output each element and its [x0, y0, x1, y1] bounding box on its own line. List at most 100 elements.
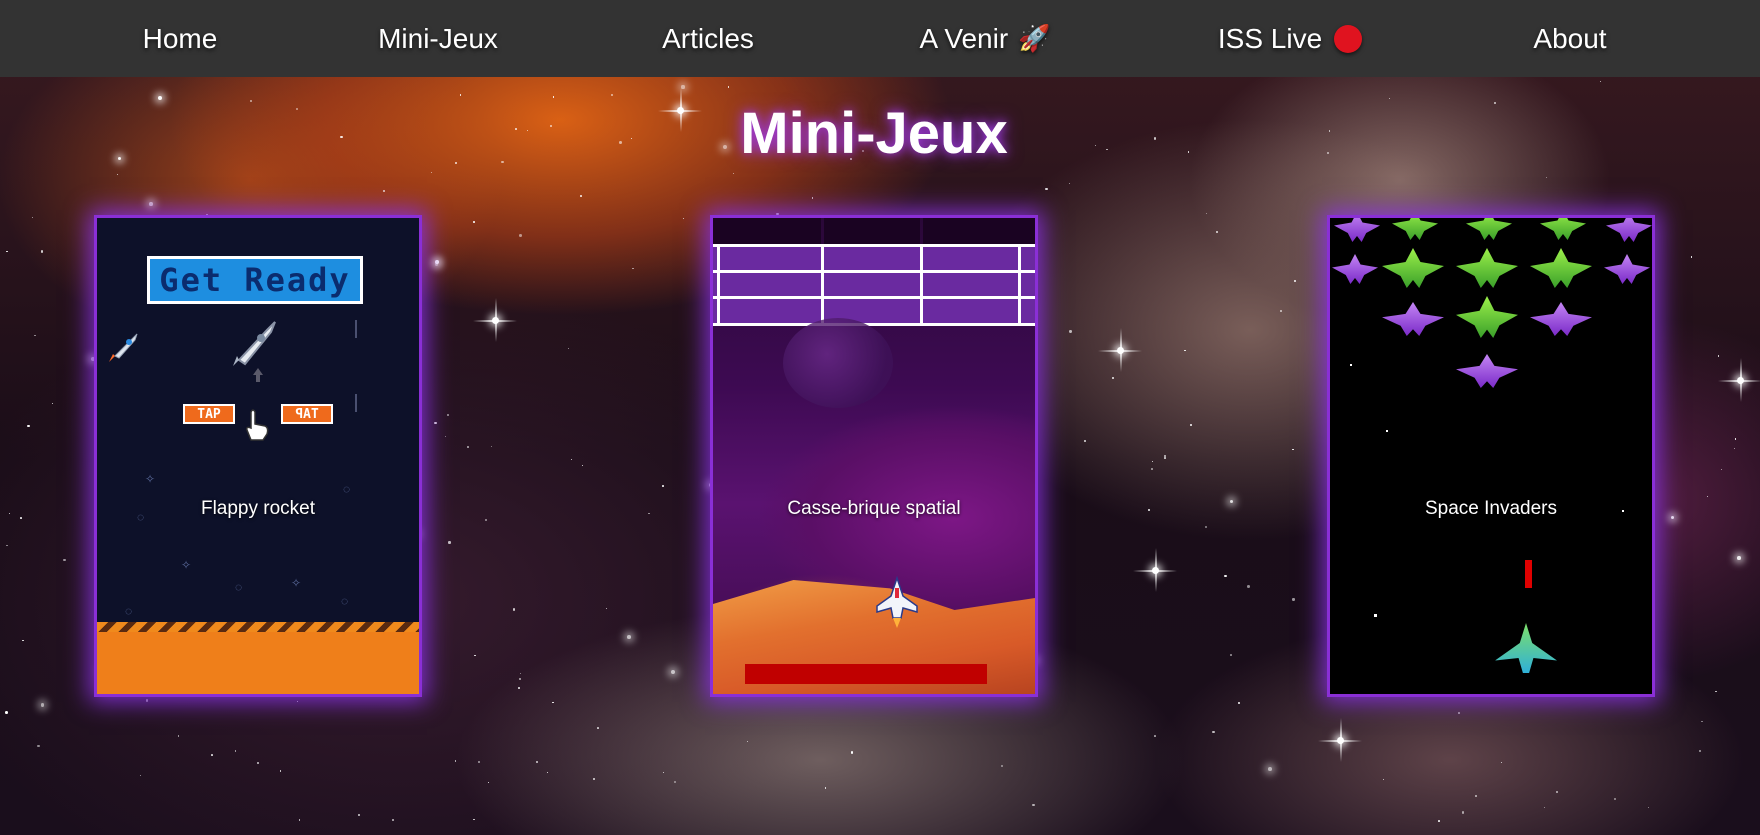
star	[1437, 820, 1440, 822]
rocket-icon: 🚀	[1018, 23, 1051, 53]
star	[627, 634, 631, 639]
pipe-marker	[355, 394, 357, 412]
small-rocket-icon	[109, 333, 138, 362]
star	[1350, 364, 1352, 366]
nav-about-label: About	[1533, 22, 1607, 54]
sparkle-icon: ✧	[291, 576, 302, 590]
nav-mini-jeux[interactable]: Mini-Jeux	[358, 0, 518, 77]
alien-icon	[1604, 254, 1650, 284]
star	[1153, 735, 1156, 738]
star	[1163, 457, 1166, 460]
star	[145, 699, 149, 702]
live-indicator-icon	[1334, 24, 1363, 53]
alien-icon	[1456, 354, 1518, 388]
star	[632, 267, 634, 270]
tap-left-label: TAP	[183, 404, 235, 424]
brick-column-line	[717, 244, 720, 326]
star	[1337, 737, 1344, 744]
star	[1212, 730, 1215, 733]
brick-gap	[923, 218, 1035, 244]
brick-gap	[824, 218, 920, 244]
star	[279, 770, 282, 772]
alien-icon	[1382, 248, 1444, 288]
star	[430, 171, 432, 173]
sparkle-icon: ◌	[343, 482, 351, 496]
nav-iss-live[interactable]: ISS Live	[1200, 0, 1380, 77]
star	[1737, 377, 1744, 384]
star	[90, 356, 95, 361]
star	[492, 317, 499, 324]
alien-icon	[1530, 248, 1592, 288]
game-card-space-invaders[interactable]: Space Invaders	[1330, 218, 1652, 694]
brick-wall	[713, 244, 1035, 326]
star	[382, 190, 385, 193]
tap-right-label: TAP	[281, 404, 333, 424]
nav-iss-live-label: ISS Live	[1217, 22, 1323, 54]
nav-mini-jeux-label: Mini-Jeux	[378, 22, 498, 54]
sparkle-icon: ◌	[125, 604, 133, 618]
alien-icon	[1334, 218, 1380, 242]
up-arrow-icon	[253, 368, 263, 382]
star	[1737, 556, 1741, 560]
nav-articles-label: Articles	[662, 22, 754, 54]
alien-icon	[1540, 218, 1586, 240]
planet	[783, 318, 893, 408]
brick-column-line	[920, 244, 923, 326]
star	[392, 818, 395, 821]
rocket-player-icon	[233, 321, 276, 366]
star	[746, 740, 749, 742]
star	[27, 424, 30, 428]
star	[512, 608, 516, 611]
star	[596, 726, 599, 729]
game-card-casse-brique[interactable]: Casse-brique spatial	[713, 218, 1035, 694]
alien-icon	[1332, 254, 1378, 284]
star	[31, 217, 33, 218]
star	[682, 217, 684, 219]
brick-column-line	[1018, 244, 1021, 326]
star	[1152, 567, 1159, 574]
star	[1229, 654, 1232, 656]
pointing-hand-icon	[246, 409, 269, 441]
star	[1032, 803, 1035, 806]
star	[1690, 256, 1693, 258]
star	[536, 760, 539, 763]
star	[1701, 720, 1703, 723]
star	[448, 541, 451, 544]
nav-a-venir[interactable]: A Venir 🚀	[900, 0, 1070, 77]
star	[20, 517, 22, 519]
star	[1292, 448, 1294, 451]
star	[552, 701, 554, 703]
star	[1386, 430, 1388, 432]
star	[1543, 806, 1545, 808]
star	[474, 654, 476, 657]
nav-about[interactable]: About	[1510, 0, 1630, 77]
star	[661, 484, 664, 487]
sparkle-icon: ◌	[235, 580, 243, 594]
brick-column-line	[821, 244, 824, 326]
star	[1117, 347, 1124, 354]
star	[1224, 575, 1227, 578]
alien-icon	[1606, 218, 1652, 242]
sparkle-icon: ✧	[145, 472, 156, 486]
brick-row-line	[713, 270, 1035, 273]
paddle	[745, 664, 987, 684]
page-title: Mini-Jeux	[740, 101, 1008, 166]
star	[1246, 585, 1250, 589]
nav-articles[interactable]: Articles	[638, 0, 778, 77]
star	[473, 221, 475, 223]
star	[149, 202, 153, 206]
star	[519, 677, 522, 680]
player-ship-icon	[1495, 623, 1557, 673]
alien-icon	[1530, 302, 1592, 336]
laser-shot	[1525, 560, 1532, 588]
nav-home-label: Home	[142, 22, 218, 54]
star	[211, 754, 213, 756]
star	[37, 744, 40, 747]
alien-icon	[1382, 302, 1444, 336]
game-card-flappy-rocket[interactable]: Get Ready TAP TAP ✧ ◌ ◌ ✧ ◌ ✧ ◌ ◌ Flappy…	[97, 218, 419, 694]
spaceship-icon	[876, 576, 918, 628]
sparkle-icon: ◌	[341, 594, 349, 608]
nav-home[interactable]: Home	[120, 0, 240, 77]
star	[592, 777, 595, 780]
game-title: Space Invaders	[1424, 498, 1558, 519]
